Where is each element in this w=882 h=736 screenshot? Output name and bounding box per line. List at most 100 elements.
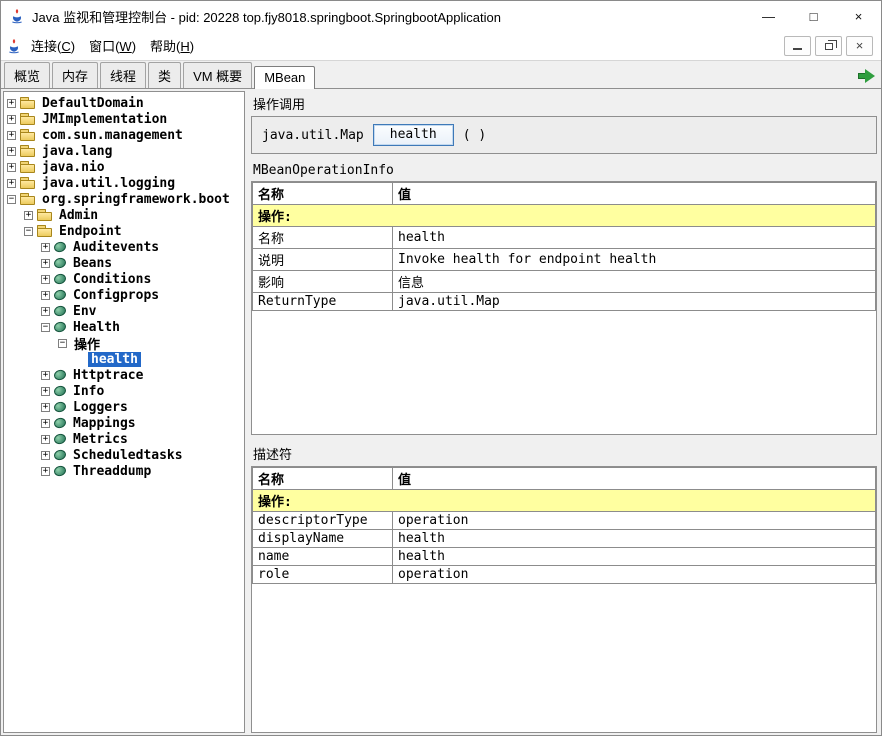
expand-toggle-icon[interactable]: + bbox=[41, 435, 50, 444]
tree-item-java-lang[interactable]: + java.lang bbox=[4, 143, 244, 159]
tree-item-threaddump[interactable]: +Threaddump bbox=[4, 463, 244, 479]
tree-item-label: java.util.logging bbox=[39, 176, 178, 191]
tree-item-beans[interactable]: +Beans bbox=[4, 255, 244, 271]
tab-threads[interactable]: 线程 bbox=[100, 62, 146, 88]
cell-value: operation bbox=[393, 512, 876, 530]
tree-item-com-sun-management[interactable]: +com.sun.management bbox=[4, 127, 244, 143]
collapse-toggle-icon[interactable]: − bbox=[58, 339, 67, 348]
tree-item-health[interactable]: − Health bbox=[4, 319, 244, 335]
column-header[interactable]: 名称 bbox=[253, 468, 393, 490]
table-row[interactable]: 影响信息 bbox=[253, 271, 876, 293]
expand-toggle-icon[interactable]: + bbox=[7, 99, 16, 108]
tree-item-admin[interactable]: +Admin bbox=[4, 207, 244, 223]
tree-item-label: org.springframework.boot bbox=[39, 192, 233, 207]
expand-toggle-icon[interactable]: + bbox=[7, 179, 16, 188]
tab-list: 概览内存线程类VM 概要MBean bbox=[4, 62, 317, 88]
tree-item-default-domain[interactable]: +DefaultDomain bbox=[4, 95, 244, 111]
menu-help[interactable]: 帮助(H) bbox=[143, 32, 201, 59]
tree-item-operations[interactable]: −操作 bbox=[4, 335, 244, 351]
collapse-toggle-icon[interactable]: − bbox=[24, 227, 33, 236]
tree-item-java-util-logging[interactable]: + java.util.logging bbox=[4, 175, 244, 191]
tab-memory[interactable]: 内存 bbox=[52, 62, 98, 88]
bean-icon bbox=[53, 305, 67, 318]
bean-icon bbox=[53, 321, 67, 334]
table-row[interactable]: 说明Invoke health for endpoint health bbox=[253, 249, 876, 271]
expand-toggle-icon[interactable]: + bbox=[41, 259, 50, 268]
expand-toggle-icon[interactable]: + bbox=[7, 115, 16, 124]
expand-toggle-icon[interactable]: + bbox=[41, 291, 50, 300]
tree-item-org-springframework-boot[interactable]: − org.springframework.boot bbox=[4, 191, 244, 207]
mbean-tree[interactable]: +DefaultDomain+JMImplementation+com.sun.… bbox=[3, 91, 245, 733]
expand-toggle-icon[interactable]: + bbox=[41, 403, 50, 412]
jconsole-window: Java 监视和管理控制台 - pid: 20228 top.fjy8018.s… bbox=[0, 0, 882, 736]
tree-item-label: Loggers bbox=[70, 400, 131, 415]
table-row[interactable]: displayNamehealth bbox=[253, 530, 876, 548]
menu-connection[interactable]: 连接(C) bbox=[24, 32, 82, 59]
tree-item-mappings[interactable]: +Mappings bbox=[4, 415, 244, 431]
tab-vm-summary[interactable]: VM 概要 bbox=[183, 62, 252, 88]
folder-icon bbox=[20, 177, 35, 189]
menu-window[interactable]: 窗口(W) bbox=[82, 32, 143, 59]
group-row[interactable]: 操作: bbox=[253, 205, 876, 227]
cell-value: health bbox=[393, 548, 876, 566]
tree-item-env[interactable]: +Env bbox=[4, 303, 244, 319]
tree-item-jmimplementation[interactable]: +JMImplementation bbox=[4, 111, 244, 127]
expand-toggle-icon[interactable]: + bbox=[41, 387, 50, 396]
close-icon: × bbox=[856, 39, 864, 52]
column-header[interactable]: 名称 bbox=[253, 183, 393, 205]
tree-item-metrics[interactable]: +Metrics bbox=[4, 431, 244, 447]
table-row[interactable]: 名称health bbox=[253, 227, 876, 249]
descriptor-table: 名称值操作:descriptorTypeoperationdisplayName… bbox=[252, 467, 876, 584]
frame-restore-button[interactable] bbox=[815, 36, 842, 56]
expand-toggle-icon[interactable]: + bbox=[41, 307, 50, 316]
tree-item-loggers[interactable]: + Loggers bbox=[4, 399, 244, 415]
operation-info-table: 名称值操作:名称health说明Invoke health for endpoi… bbox=[252, 182, 876, 311]
expand-toggle-icon[interactable]: + bbox=[41, 419, 50, 428]
tree-item-scheduledtasks[interactable]: +Scheduledtasks bbox=[4, 447, 244, 463]
column-header[interactable]: 值 bbox=[393, 468, 876, 490]
table-row[interactable]: namehealth bbox=[253, 548, 876, 566]
window-title: Java 监视和管理控制台 - pid: 20228 top.fjy8018.s… bbox=[32, 7, 501, 26]
tab-classes[interactable]: 类 bbox=[148, 62, 181, 88]
tab-overview[interactable]: 概览 bbox=[4, 62, 50, 88]
bean-icon bbox=[53, 289, 67, 302]
tree-item-health-operation[interactable]: health bbox=[4, 351, 244, 367]
expand-toggle-icon[interactable]: + bbox=[41, 243, 50, 252]
expand-toggle-icon[interactable]: + bbox=[41, 451, 50, 460]
invoke-health-button[interactable]: health bbox=[373, 124, 454, 146]
expand-toggle-icon[interactable]: + bbox=[7, 147, 16, 156]
tree-item-endpoint[interactable]: − Endpoint bbox=[4, 223, 244, 239]
tree-item-info[interactable]: +Info bbox=[4, 383, 244, 399]
group-row[interactable]: 操作: bbox=[253, 490, 876, 512]
close-button[interactable]: × bbox=[836, 1, 881, 31]
collapse-toggle-icon[interactable]: − bbox=[7, 195, 16, 204]
tree-item-label: Endpoint bbox=[56, 224, 125, 239]
tree-item-conditions[interactable]: +Conditions bbox=[4, 271, 244, 287]
expand-toggle-icon[interactable]: + bbox=[41, 371, 50, 380]
maximize-button[interactable]: □ bbox=[791, 1, 836, 31]
tree-item-auditevents[interactable]: +Auditevents bbox=[4, 239, 244, 255]
expand-toggle-icon[interactable]: + bbox=[7, 131, 16, 140]
expand-toggle-icon[interactable]: + bbox=[41, 467, 50, 476]
table-row[interactable]: ReturnTypejava.util.Map bbox=[253, 293, 876, 311]
tree-item-label: java.lang bbox=[39, 144, 115, 159]
tree-item-configprops[interactable]: +Configprops bbox=[4, 287, 244, 303]
table-row[interactable]: descriptorTypeoperation bbox=[253, 512, 876, 530]
operation-invoke-title: 操作调用 bbox=[253, 94, 877, 113]
expand-toggle-icon[interactable]: + bbox=[7, 163, 16, 172]
column-header[interactable]: 值 bbox=[393, 183, 876, 205]
expand-toggle-icon[interactable]: + bbox=[24, 211, 33, 220]
table-row[interactable]: roleoperation bbox=[253, 566, 876, 584]
cell-name: 影响 bbox=[253, 271, 393, 293]
frame-close-button[interactable]: × bbox=[846, 36, 873, 56]
descriptor-title: 描述符 bbox=[253, 444, 877, 463]
minimize-button[interactable]: — bbox=[746, 1, 791, 31]
folder-icon bbox=[37, 209, 52, 221]
tree-item-java-nio[interactable]: +java.nio bbox=[4, 159, 244, 175]
tab-mbean[interactable]: MBean bbox=[254, 66, 315, 89]
expand-toggle-icon[interactable]: + bbox=[41, 275, 50, 284]
frame-minimize-button[interactable] bbox=[784, 36, 811, 56]
tree-item-label: Health bbox=[70, 320, 123, 335]
tree-item-httptrace[interactable]: +Httptrace bbox=[4, 367, 244, 383]
collapse-toggle-icon[interactable]: − bbox=[41, 323, 50, 332]
